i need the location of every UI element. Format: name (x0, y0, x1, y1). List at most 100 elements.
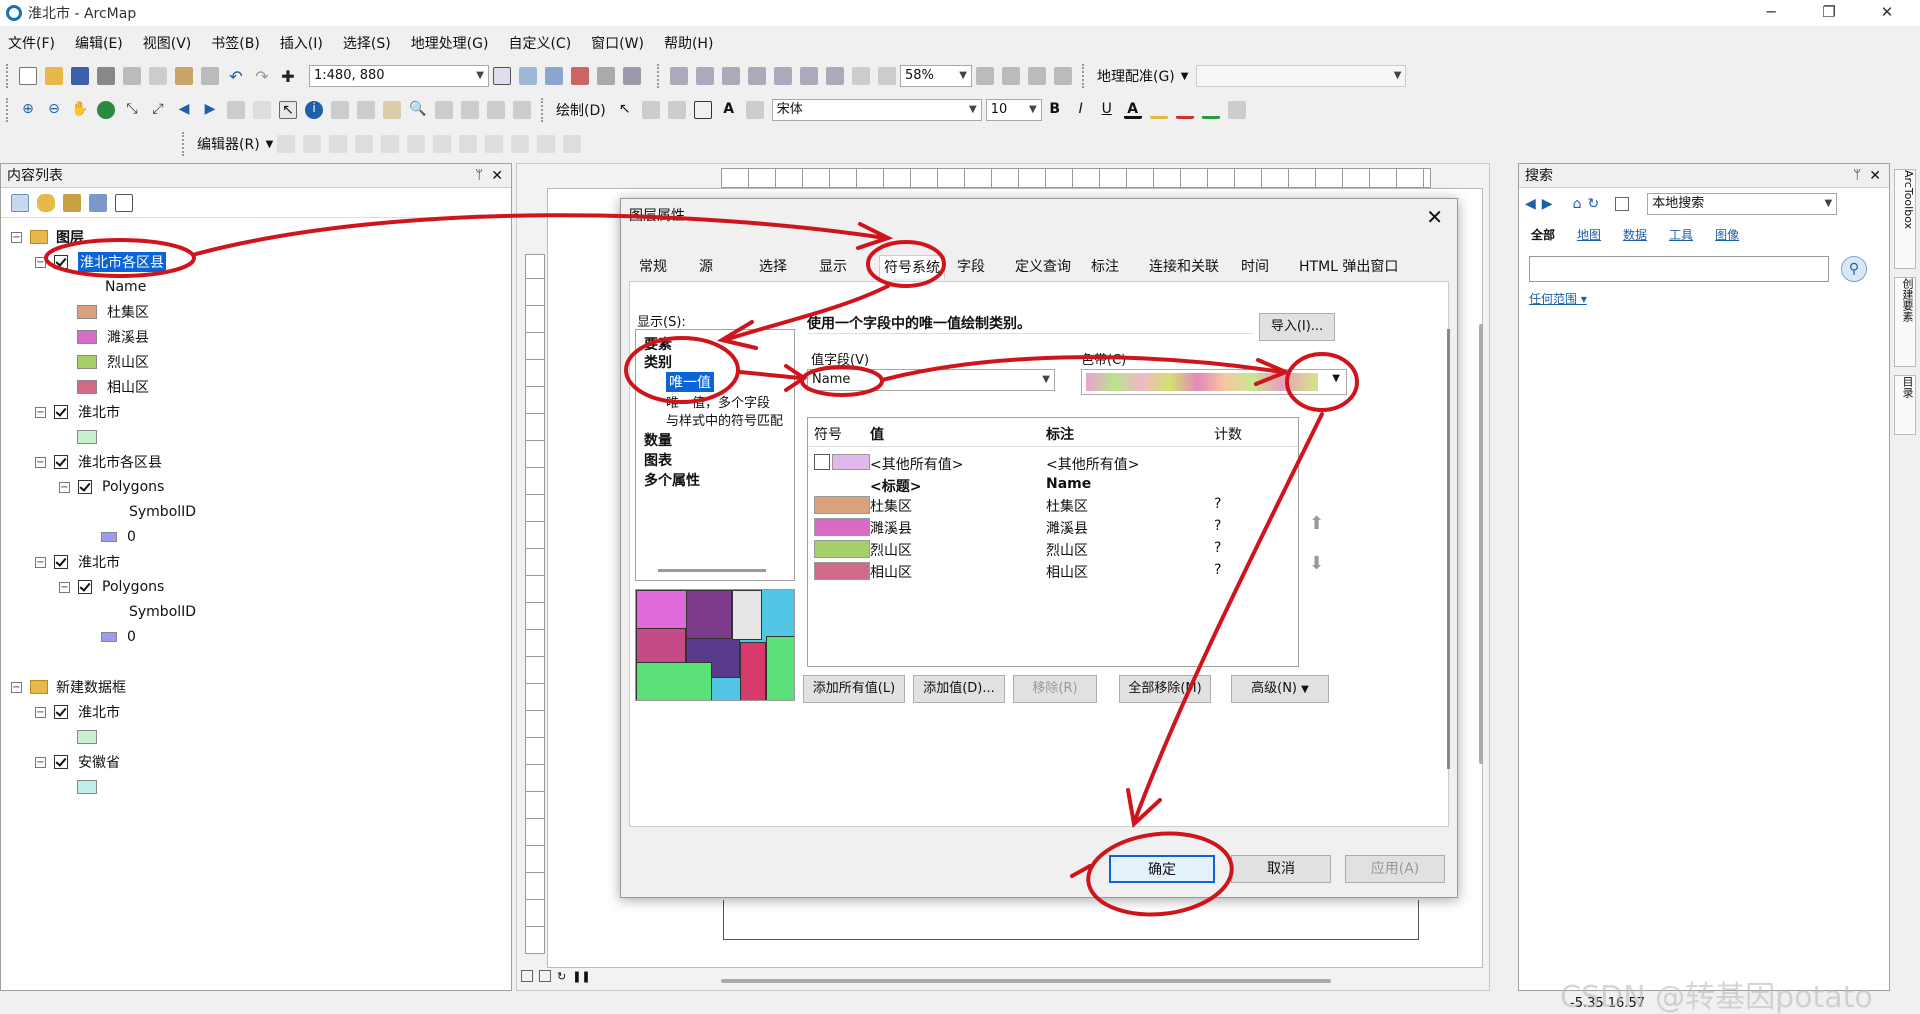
toc-polygons[interactable]: − Polygons (59, 476, 164, 498)
menu-windows[interactable]: 窗口(W) (591, 33, 644, 53)
refresh-icon[interactable]: ↻ (557, 970, 566, 983)
tree-multiple-attributes[interactable]: 多个属性 (644, 470, 700, 490)
remove-button[interactable]: 移除(R) (1013, 675, 1097, 703)
font-combo[interactable]: 宋体 ▼ (771, 99, 982, 121)
filter-all[interactable]: 全部 (1531, 226, 1555, 243)
zoom-whole-page-icon[interactable] (748, 67, 766, 85)
collapse-icon[interactable]: − (35, 456, 46, 468)
tab-catalog[interactable]: 目录 (1894, 375, 1916, 435)
open-folder-icon[interactable] (45, 67, 63, 85)
toc-legend-swatch[interactable] (77, 776, 107, 798)
italic-button[interactable]: I (1072, 101, 1090, 119)
sketch-properties-icon[interactable] (537, 135, 556, 153)
search-icon[interactable]: ⚲ (1841, 256, 1867, 282)
paste-icon[interactable] (175, 67, 193, 85)
underline-button[interactable]: U (1098, 101, 1116, 119)
row-checkbox[interactable] (814, 454, 830, 470)
full-extent-icon[interactable] (97, 101, 115, 119)
go-to-xy-icon[interactable] (461, 101, 479, 119)
apply-button[interactable]: 应用(A) (1345, 855, 1445, 883)
pan-icon[interactable]: ✋ (71, 101, 89, 119)
create-features-icon[interactable] (563, 135, 582, 153)
marker-color-icon[interactable] (1201, 101, 1220, 119)
tree-unique-values[interactable]: 唯一值 (666, 372, 714, 392)
tab-joins-relates[interactable]: 连接和关联 (1149, 255, 1219, 279)
tab-labels[interactable]: 标注 (1091, 255, 1119, 279)
change-layout-icon[interactable] (1028, 67, 1046, 85)
html-popup-icon[interactable] (357, 101, 375, 119)
zoom-to-selected-icon[interactable] (667, 101, 686, 119)
reshape-icon[interactable] (407, 135, 426, 153)
toc-layer-huaibei-districts-2[interactable]: − 淮北市各区县 (35, 451, 162, 473)
pin-icon[interactable]: ᛘ (475, 164, 483, 188)
save-icon[interactable] (71, 67, 89, 85)
toggle-draft-icon[interactable] (976, 67, 994, 85)
editor-toolbar-icon[interactable] (493, 67, 511, 85)
data-frame[interactable] (723, 900, 1419, 940)
find-route-icon[interactable] (435, 101, 453, 119)
focus-data-frame-icon[interactable] (1002, 67, 1020, 85)
toc-layer-huaibei-3[interactable]: − 淮北市 (35, 701, 120, 723)
list-by-source-icon[interactable] (37, 193, 55, 212)
menu-insert[interactable]: 插入(I) (280, 33, 323, 53)
close-icon[interactable]: ✕ (1869, 164, 1881, 188)
list-by-visibility-icon[interactable] (63, 193, 81, 212)
toolbar-grip[interactable] (1082, 64, 1085, 88)
menu-view[interactable]: 视图(V) (143, 33, 192, 53)
symbol-swatch[interactable] (832, 454, 870, 470)
select-arrow-icon[interactable]: ↖ (616, 101, 634, 119)
zoom-in-icon[interactable]: ⊕ (19, 101, 37, 119)
tab-definition-query[interactable]: 定义查询 (1015, 255, 1071, 279)
symbol-swatch[interactable] (814, 496, 870, 514)
time-slider-icon[interactable] (487, 101, 505, 119)
toc-legend-swatch[interactable] (77, 726, 107, 748)
tab-time[interactable]: 时间 (1241, 255, 1269, 279)
cut-polygons-icon[interactable] (433, 135, 452, 153)
tab-selection[interactable]: 选择 (759, 255, 787, 279)
toc-legend-zero-2[interactable]: 0 (101, 626, 136, 648)
undo-icon[interactable]: ↶ (227, 67, 245, 86)
bold-button[interactable]: B (1046, 101, 1064, 119)
fixed-zoom-out-icon[interactable]: ⤢ (149, 101, 167, 119)
go-back-icon[interactable]: ◀ (175, 101, 193, 119)
zoom-100-icon[interactable] (774, 67, 792, 85)
arctoolbox-icon[interactable] (571, 67, 589, 85)
menu-bookmarks[interactable]: 书签(B) (211, 33, 260, 53)
add-data-icon[interactable]: ✚ (279, 67, 297, 86)
tab-create-features[interactable]: 创建要素 (1894, 277, 1916, 367)
tab-display[interactable]: 显示 (819, 255, 847, 279)
model-builder-icon[interactable] (623, 67, 641, 85)
collapse-icon[interactable]: − (59, 481, 70, 493)
layer-visibility-checkbox[interactable] (54, 555, 68, 569)
tree-scrollbar[interactable] (658, 569, 766, 572)
options-icon[interactable] (115, 193, 133, 212)
copy-icon[interactable] (149, 67, 167, 85)
ok-button[interactable]: 确定 (1109, 855, 1215, 883)
straight-segment-icon[interactable] (329, 135, 348, 153)
tree-match-to-style[interactable]: 与样式中的符号匹配 (666, 410, 794, 429)
toc-layer-huaibei-districts[interactable]: − 淮北市各区县 (35, 251, 166, 273)
toc-legend-suixi[interactable]: 濉溪县 (77, 326, 149, 348)
select-elements-icon[interactable]: ↖ (279, 101, 297, 119)
forward-arrow-icon[interactable]: ▶ (1542, 196, 1553, 212)
collapse-icon[interactable]: − (59, 581, 70, 593)
split-icon[interactable] (459, 135, 478, 153)
toc-legend-duji[interactable]: 杜集区 (77, 301, 149, 323)
trace-icon[interactable] (355, 135, 374, 153)
tab-fields[interactable]: 字段 (957, 255, 985, 279)
collapse-icon[interactable]: − (35, 556, 46, 568)
pin-icon[interactable]: ᛘ (1853, 164, 1861, 188)
filter-maps[interactable]: 地图 (1577, 226, 1601, 243)
toolbar-grip[interactable] (541, 98, 544, 122)
filter-data[interactable]: 数据 (1623, 226, 1647, 243)
rotate-icon[interactable] (641, 101, 660, 119)
georeferencing-menu[interactable]: 地理配准(G) (1097, 66, 1175, 86)
menu-help[interactable]: 帮助(H) (664, 33, 713, 53)
edit-vertices-icon[interactable] (745, 101, 764, 119)
identify-icon[interactable]: i (305, 101, 323, 119)
delete-icon[interactable] (201, 67, 219, 85)
header-value[interactable]: 值 (870, 424, 884, 444)
header-count[interactable]: 计数 (1214, 424, 1242, 444)
advanced-button[interactable]: 高级(N) ▼ (1231, 675, 1329, 703)
import-button[interactable]: 导入(I)... (1259, 313, 1335, 341)
